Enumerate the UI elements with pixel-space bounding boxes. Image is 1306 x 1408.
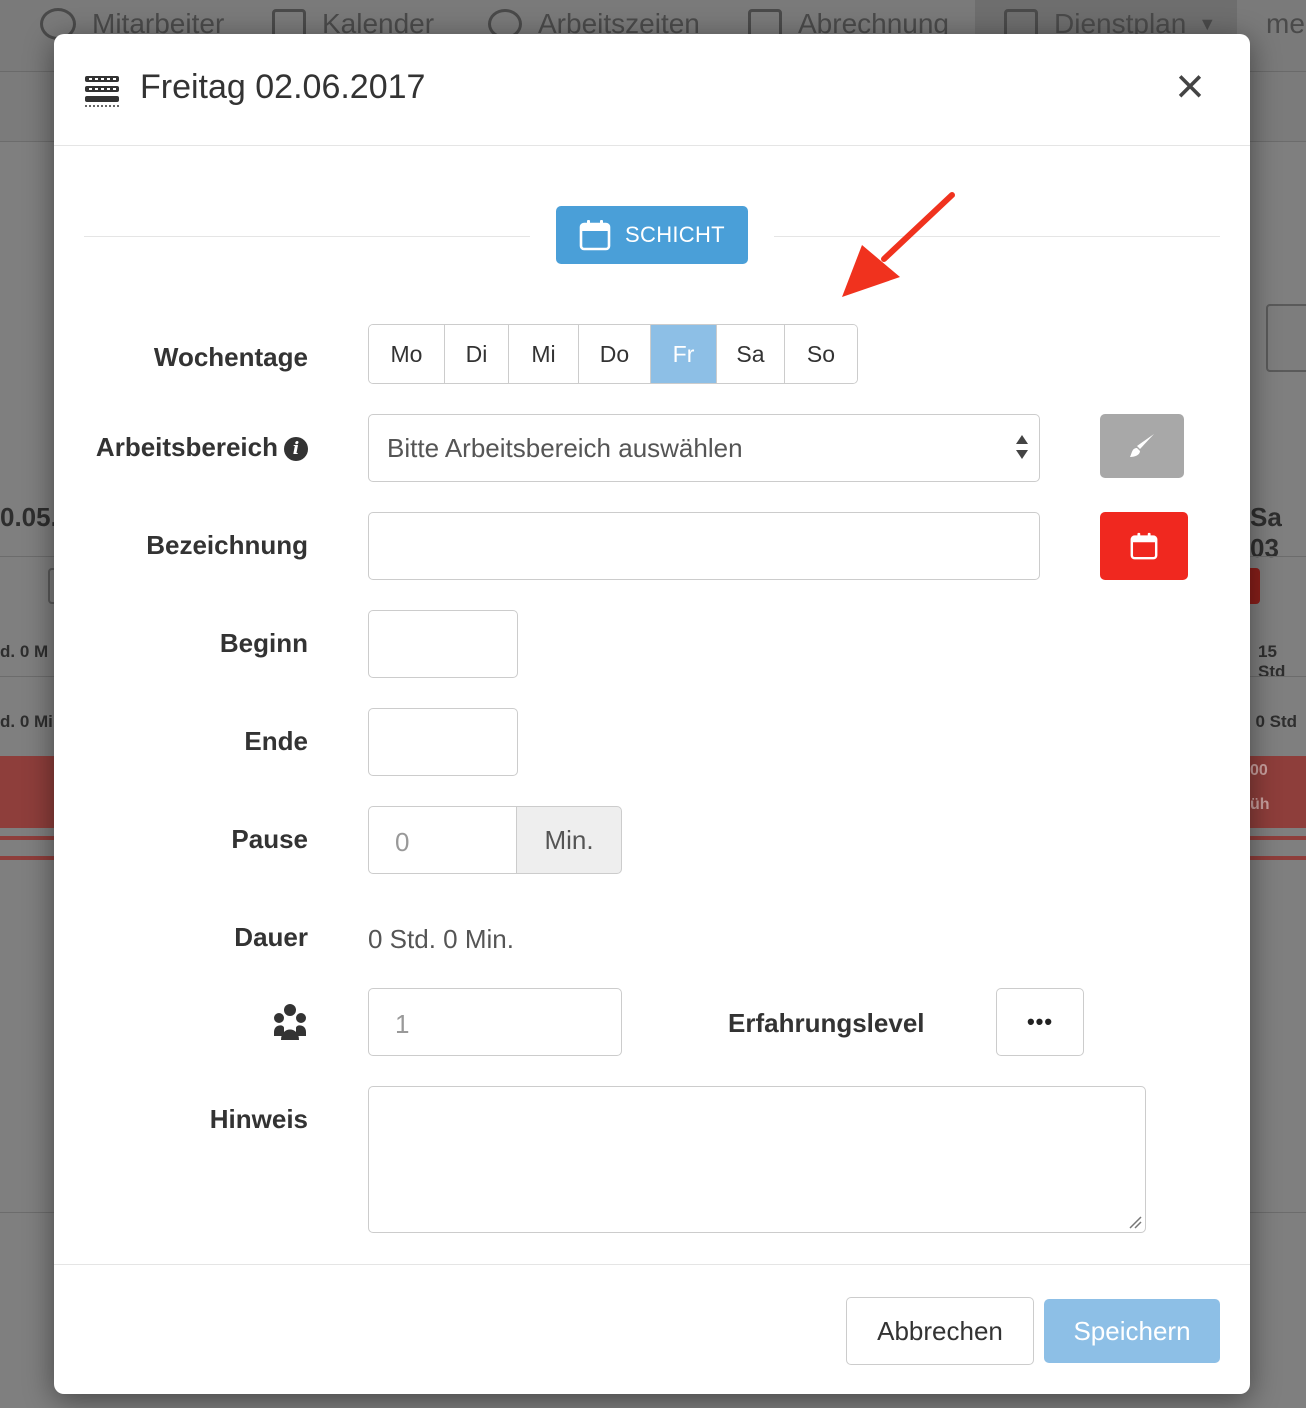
dauer-label: Dauer (234, 922, 308, 952)
weekday-sa[interactable]: Sa (717, 325, 785, 383)
shift-modal: Freitag 02.06.2017 × SCHICHT Wochentage … (54, 34, 1250, 1394)
nav-item-more[interactable]: me (1266, 4, 1305, 44)
pause-placeholder: 0 (395, 827, 410, 857)
resize-grip-icon[interactable] (1128, 1215, 1142, 1229)
weekday-selector: Mo Di Mi Do Fr Sa So (368, 324, 858, 384)
calendar-icon (1130, 532, 1158, 560)
modal-header: Freitag 02.06.2017 × (54, 34, 1250, 146)
cancel-button[interactable]: Abbrechen (846, 1297, 1034, 1365)
pause-input[interactable]: 0 (368, 806, 518, 874)
bezeichnung-input[interactable] (368, 512, 1040, 580)
info-icon[interactable]: i (284, 437, 308, 461)
pause-label: Pause (231, 824, 308, 854)
schicht-button[interactable]: SCHICHT (556, 206, 748, 264)
chevron-down-icon: ▼ (1198, 13, 1217, 34)
ende-label: Ende (244, 726, 308, 756)
arbeitsbereich-select-value: Bitte Arbeitsbereich auswählen (387, 433, 743, 463)
weekday-fr[interactable]: Fr (651, 325, 717, 383)
wochentage-label: Wochentage (153, 342, 308, 372)
bg-hours-left-1: d. 0 M (0, 642, 49, 661)
pause-unit-addon: Min. (516, 806, 622, 874)
employee-count-placeholder: 1 (395, 1009, 410, 1039)
annotation-arrow-icon (842, 192, 955, 297)
calendar-icon (579, 220, 611, 251)
weekday-so[interactable]: So (785, 325, 857, 383)
roster-icon (85, 76, 119, 107)
ende-input[interactable] (368, 708, 518, 776)
hinweis-label: Hinweis (209, 1104, 308, 1134)
bg-shift-line (0, 836, 54, 840)
weekday-do[interactable]: Do (579, 325, 651, 383)
people-icon (274, 1004, 306, 1040)
shift-template-button[interactable] (1100, 512, 1188, 580)
paintbrush-icon (1130, 434, 1154, 457)
nav-label: me (1266, 8, 1305, 39)
bg-day-label-left: 0.05. (0, 502, 58, 532)
bg-shift-line (0, 856, 54, 860)
beginn-label: Beginn (219, 628, 308, 658)
bg-shift-line (1250, 856, 1306, 860)
schicht-button-label: SCHICHT (625, 222, 725, 247)
erfahrungslevel-button[interactable]: ••• (996, 988, 1084, 1056)
bg-shift-time: 00 (1250, 762, 1268, 779)
bg-shift-label: üh (1250, 796, 1270, 813)
bg-day-label-right: Sa 03 (1250, 502, 1282, 563)
select-arrows-icon (1016, 435, 1028, 459)
bg-hours-right-2: . 0 Std (1246, 712, 1298, 731)
bg-shift-line (1250, 836, 1306, 840)
weekday-mo[interactable]: Mo (369, 325, 445, 383)
bg-hours-left-2: d. 0 Mi (0, 712, 53, 731)
arbeitsbereich-select[interactable]: Bitte Arbeitsbereich auswählen (368, 414, 1040, 482)
employee-count-input[interactable]: 1 (368, 988, 622, 1056)
weekday-mi[interactable]: Mi (509, 325, 579, 383)
modal-title: Freitag 02.06.2017 (140, 68, 426, 106)
color-picker-button[interactable] (1100, 414, 1184, 478)
arbeitsbereich-label: Arbeitsbereich i (96, 432, 308, 463)
bg-shift-right: 00 üh (1250, 756, 1306, 828)
save-button[interactable]: Speichern (1044, 1299, 1220, 1363)
close-button[interactable]: × (1170, 61, 1210, 111)
bezeichnung-label: Bezeichnung (146, 530, 308, 560)
bg-shift-left (0, 756, 54, 828)
dauer-value: 0 Std. 0 Min. (368, 924, 514, 954)
hinweis-textarea[interactable] (368, 1086, 1146, 1233)
weekday-di[interactable]: Di (445, 325, 509, 383)
arbeitsbereich-label-text: Arbeitsbereich (95, 432, 278, 462)
beginn-input[interactable] (368, 610, 518, 678)
section-divider-left (84, 236, 530, 237)
modal-footer: Abbrechen Speichern (54, 1264, 1250, 1394)
erfahrungslevel-label: Erfahrungslevel (728, 1008, 925, 1038)
download-button[interactable] (1266, 304, 1306, 372)
